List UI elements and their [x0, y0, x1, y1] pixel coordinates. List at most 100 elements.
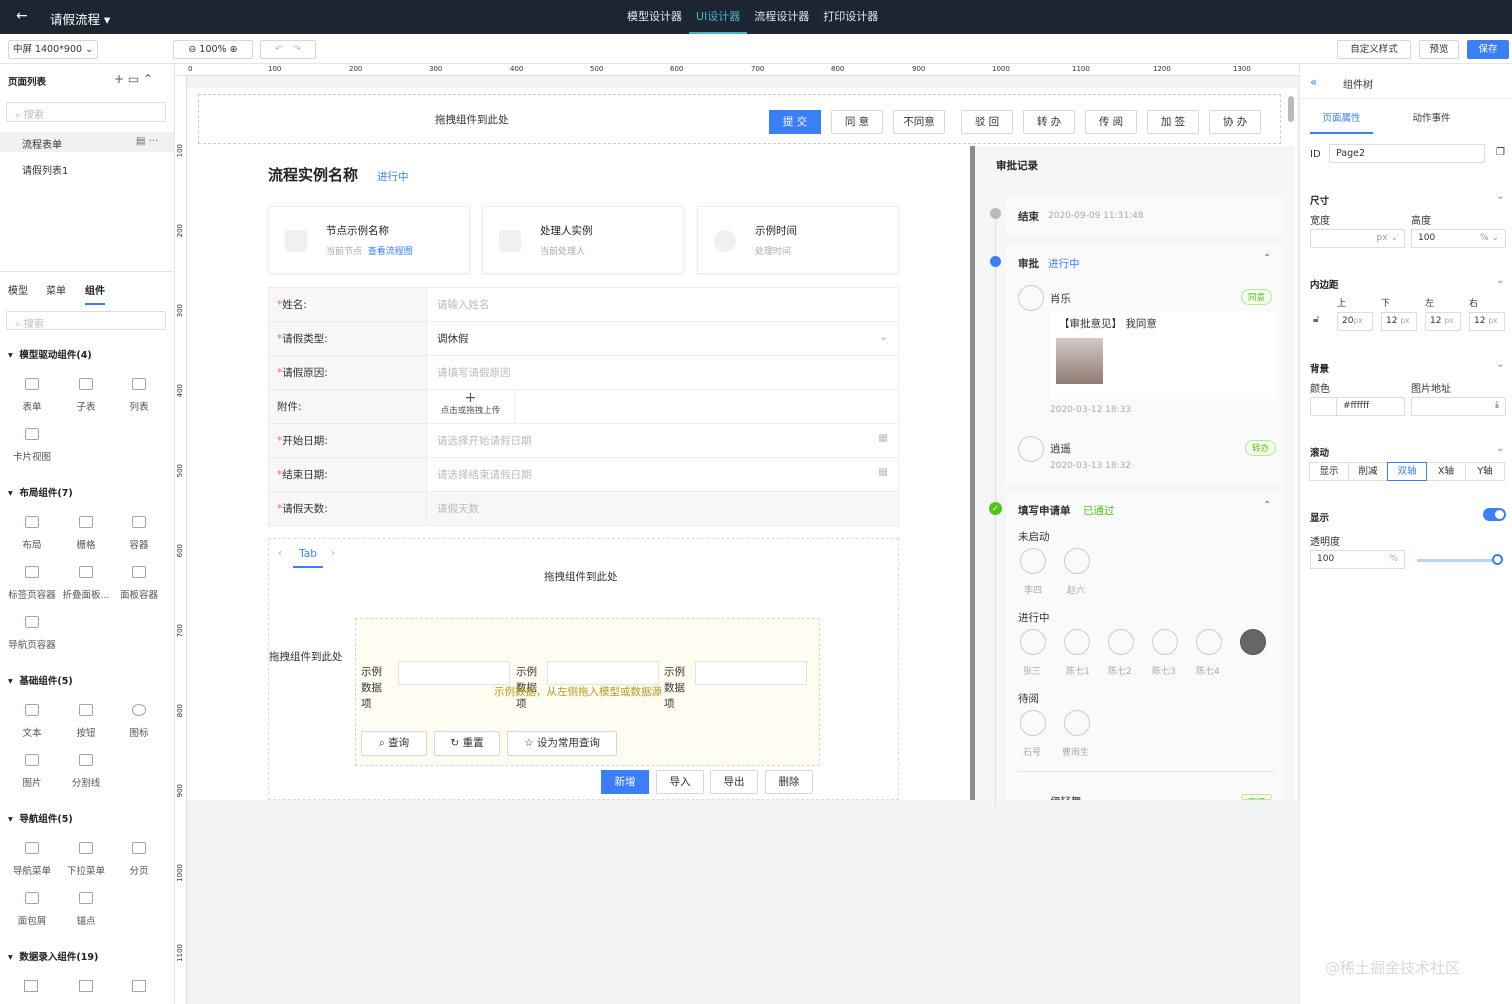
delete-button[interactable]: 删除: [765, 770, 813, 794]
padding-bottom-input[interactable]: 12 px: [1381, 312, 1417, 331]
comp-subtable[interactable]: 子表: [61, 378, 111, 413]
tab-menu[interactable]: 菜单: [46, 282, 66, 297]
lock-icon[interactable]: 🔓︎: [1313, 314, 1319, 325]
copy-icon[interactable]: ❐: [1496, 147, 1505, 158]
back-arrow-icon[interactable]: ←: [16, 8, 28, 24]
comp-text[interactable]: 文本: [7, 704, 57, 739]
opacity-slider[interactable]: [1417, 559, 1499, 562]
chevron-down-icon[interactable]: ⌄: [1496, 359, 1504, 370]
page-id-input[interactable]: Page2: [1329, 144, 1485, 163]
comp-panel-container[interactable]: 面板容器: [114, 566, 164, 601]
reject-button[interactable]: 驳 回: [961, 110, 1013, 134]
tab-action-events[interactable]: 动作事件: [1400, 110, 1463, 124]
comp-button[interactable]: 按钮: [61, 704, 111, 739]
comp-divider[interactable]: 分割线: [61, 754, 111, 789]
chevron-down-icon[interactable]: ⌄: [1496, 191, 1504, 202]
save-button[interactable]: 保存: [1467, 40, 1509, 59]
opinion-photo[interactable]: [1056, 338, 1103, 384]
group-navigation[interactable]: ▾ 导航组件(5): [8, 811, 73, 825]
page-item-leave-list[interactable]: 请假列表1: [22, 162, 68, 177]
comp-anchor[interactable]: 锚点: [61, 892, 111, 927]
chevron-down-icon[interactable]: ⌄: [1496, 275, 1504, 286]
group-data-entry[interactable]: ▾ 数据录入组件(19): [8, 949, 98, 963]
import-button[interactable]: 导入: [656, 770, 704, 794]
circulate-button[interactable]: 传 阅: [1085, 110, 1137, 134]
add-button[interactable]: 新增: [601, 770, 649, 794]
page-search-input[interactable]: ⌕ 搜索: [6, 102, 166, 122]
tab-prev-icon[interactable]: ‹: [278, 548, 282, 559]
screen-size-select[interactable]: 中屏 1400*900 ⌄: [8, 40, 98, 59]
zoom-control[interactable]: ⊖ 100% ⊕: [173, 40, 253, 59]
tab-page-props[interactable]: 页面属性: [1310, 110, 1373, 134]
add-sign-button[interactable]: 加 签: [1147, 110, 1199, 134]
comp-icon[interactable]: 图标: [114, 704, 164, 739]
group-layout[interactable]: ▾ 布局组件(7): [8, 485, 73, 499]
component-search-input[interactable]: ⌕ 搜索: [6, 311, 166, 330]
collapse-panel-icon[interactable]: «: [1310, 75, 1317, 89]
comp-form[interactable]: 表单: [7, 378, 57, 413]
preview-button[interactable]: 预览: [1419, 40, 1459, 59]
tab-model[interactable]: 模型: [8, 282, 28, 297]
height-input[interactable]: 100% ⌄: [1411, 229, 1506, 248]
chevron-down-icon[interactable]: ⌄: [1496, 443, 1504, 454]
canvas-scrollbar[interactable]: [1288, 96, 1294, 122]
scroll-both[interactable]: 双轴: [1387, 462, 1427, 481]
comp-grid[interactable]: 栅格: [61, 516, 111, 551]
start-date-picker[interactable]: 请选择开始请假日期 ▦: [427, 424, 898, 457]
query-input-1[interactable]: [398, 661, 510, 685]
image-url-input[interactable]: ⤓: [1411, 397, 1506, 416]
group-basic[interactable]: ▾ 基础组件(5): [8, 673, 73, 687]
comp-image[interactable]: 图片: [7, 754, 57, 789]
comp-tab-container[interactable]: 标签页容器: [7, 566, 57, 601]
comp-list[interactable]: 列表: [114, 378, 164, 413]
disagree-button[interactable]: 不同意: [893, 110, 945, 134]
submit-button[interactable]: 提 交: [769, 110, 821, 134]
comp-dropdown[interactable]: 下拉菜单: [61, 842, 111, 877]
page-item-more-icon[interactable]: ▤ ···: [136, 136, 158, 147]
scroll-y[interactable]: Y轴: [1465, 462, 1505, 481]
custom-style-button[interactable]: 自定义样式: [1337, 40, 1411, 59]
nav-model-designer[interactable]: 模型设计器: [620, 0, 689, 34]
save-query-button[interactable]: ☆ 设为常用查询: [507, 731, 617, 756]
comp-container[interactable]: 容器: [114, 516, 164, 551]
collapse-up-icon[interactable]: ⌃: [1263, 253, 1271, 264]
tab-components[interactable]: 组件: [85, 282, 105, 305]
app-title[interactable]: 请假流程 ▾: [50, 9, 110, 28]
opacity-input[interactable]: 100%: [1310, 550, 1405, 569]
query-input-3[interactable]: [695, 661, 807, 685]
scroll-show[interactable]: 显示: [1309, 462, 1349, 481]
page-list-actions-icon[interactable]: + ▭ ⌃: [114, 72, 153, 86]
design-canvas[interactable]: 拖拽组件到此处 提 交 同 意 不同意 驳 回 转 办 传 阅 加 签 协 办 …: [187, 88, 1297, 806]
reason-input[interactable]: 请填写请假原因: [427, 356, 898, 389]
page-item-flow-form[interactable]: 流程表单: [22, 136, 62, 151]
padding-left-input[interactable]: 12 px: [1425, 312, 1461, 331]
leave-type-select[interactable]: 调休假 ⌄: [427, 322, 898, 355]
nav-flow-designer[interactable]: 流程设计器: [747, 0, 816, 34]
export-button[interactable]: 导出: [710, 770, 758, 794]
padding-right-input[interactable]: 12 px: [1469, 312, 1505, 331]
assist-button[interactable]: 协 办: [1209, 110, 1261, 134]
opacity-slider-handle[interactable]: [1492, 554, 1503, 565]
reset-button[interactable]: ↻ 重置: [434, 731, 500, 756]
name-input[interactable]: 请输入姓名: [427, 288, 898, 321]
padding-section[interactable]: 内边距: [1310, 277, 1339, 291]
transfer-button[interactable]: 转 办: [1023, 110, 1075, 134]
nav-print-designer[interactable]: 打印设计器: [816, 0, 885, 34]
tab-next-icon[interactable]: ›: [331, 548, 335, 559]
width-input[interactable]: px ⌄: [1310, 229, 1405, 248]
query-button[interactable]: ⌕ 查询: [361, 731, 427, 756]
agree-button[interactable]: 同 意: [831, 110, 883, 134]
query-input-2[interactable]: [547, 661, 659, 685]
comp-nav-container[interactable]: 导航页容器: [7, 616, 57, 651]
end-date-picker[interactable]: 请选择结束请假日期 ▦: [427, 458, 898, 491]
padding-top-input[interactable]: 20px: [1337, 312, 1373, 331]
comp-layout[interactable]: 布局: [7, 516, 57, 551]
undo-redo[interactable]: ↶ ↷: [260, 40, 316, 59]
color-input[interactable]: #ffffff: [1310, 397, 1405, 416]
tab-item[interactable]: Tab: [293, 548, 323, 568]
days-input[interactable]: 请假天数: [427, 492, 898, 525]
comp-nav-menu[interactable]: 导航菜单: [7, 842, 57, 877]
view-flowchart-link[interactable]: 查看流程图: [368, 247, 413, 257]
group-model-driven[interactable]: ▾ 模型驱动组件(4): [8, 347, 92, 361]
display-toggle[interactable]: [1483, 508, 1506, 521]
